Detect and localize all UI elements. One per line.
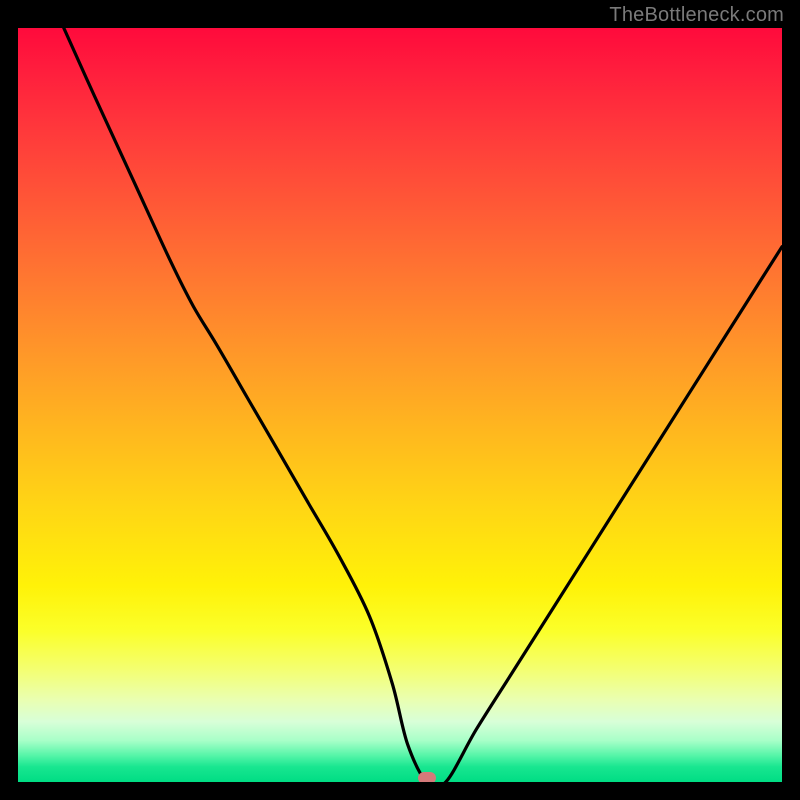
watermark-text: TheBottleneck.com — [609, 4, 784, 27]
optimal-point-marker — [418, 772, 436, 782]
plot-area — [18, 28, 782, 782]
bottleneck-curve — [18, 28, 782, 782]
chart-stage: TheBottleneck.com — [0, 0, 800, 800]
